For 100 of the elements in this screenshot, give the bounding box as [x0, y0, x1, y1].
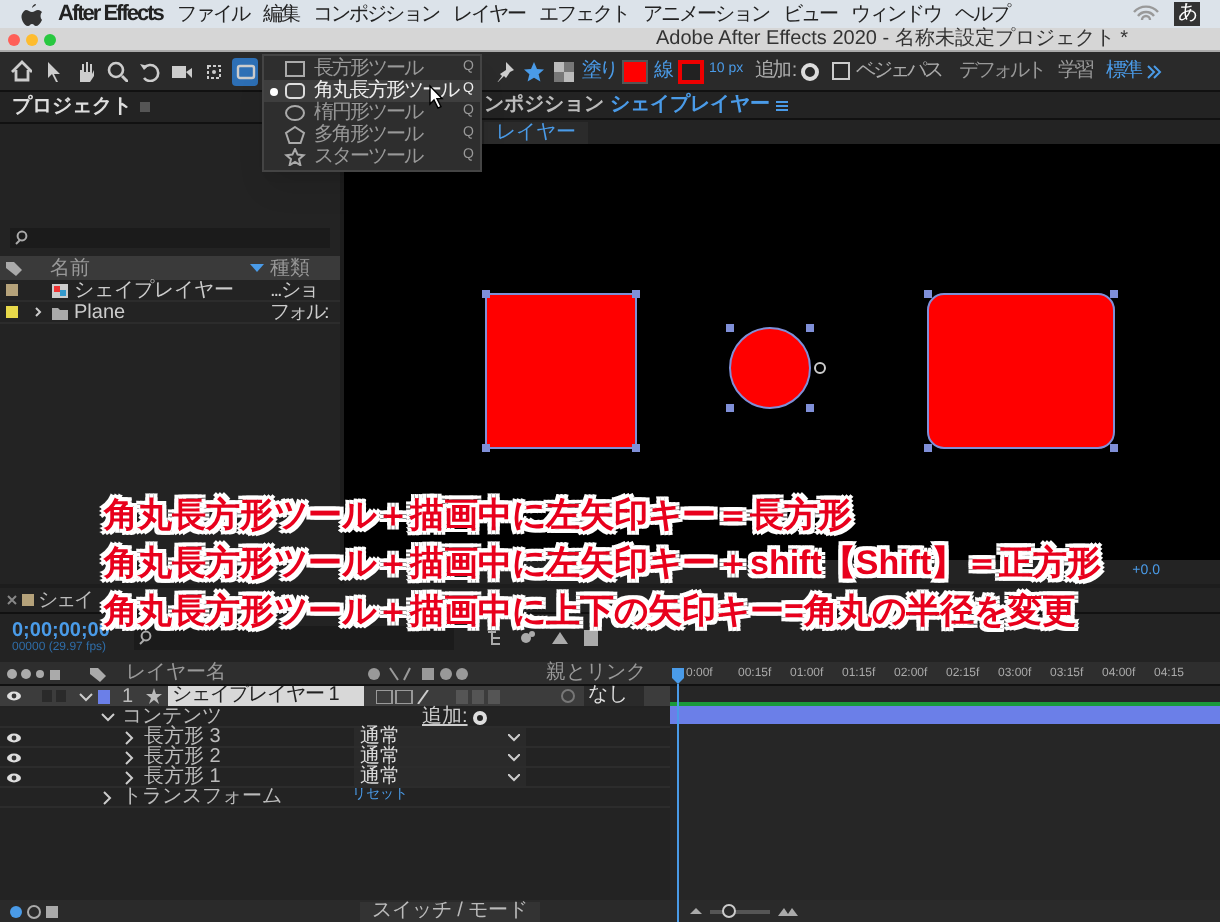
caption-text: 角丸長方形ツール＋描画中に上下の矢印キー=角丸の半径を変更: [104, 590, 1078, 630]
rectangle-tool-icon: [234, 60, 256, 82]
panel-toggle-icons[interactable]: [8, 903, 60, 919]
sort-icon[interactable]: [250, 264, 264, 272]
close-icon[interactable]: [6, 594, 18, 606]
app-menu[interactable]: After Effects: [58, 0, 163, 28]
eye-icon[interactable]: [6, 751, 22, 763]
blend-mode-dropdown[interactable]: 通常: [354, 728, 526, 746]
playhead[interactable]: [670, 668, 686, 922]
item-type: フォル:: [270, 299, 330, 327]
eye-icon[interactable]: [6, 731, 22, 743]
chevron-icon[interactable]: [34, 306, 42, 318]
arrow-icon: [42, 60, 64, 82]
column-header[interactable]: 種類: [270, 253, 334, 283]
property-name: コンテンツ: [122, 704, 224, 728]
property-name: トランスフォーム: [122, 785, 284, 812]
label-swatch[interactable]: [98, 689, 110, 703]
ellipse-icon: [284, 104, 306, 122]
workspace-tab[interactable]: 学習: [1058, 56, 1093, 86]
search-field[interactable]: [10, 228, 330, 248]
stroke-swatch[interactable]: [677, 59, 703, 83]
label-swatch[interactable]: [6, 306, 18, 318]
home-tool-button[interactable]: [8, 57, 34, 85]
menu-item[interactable]: ウィンドウ: [850, 0, 941, 28]
zoom-icon: [106, 60, 128, 82]
home-icon: [10, 60, 32, 82]
chevrons-icon[interactable]: [1146, 63, 1163, 79]
timeline-tab[interactable]: シェイ: [38, 588, 92, 615]
shy-icon[interactable]: [550, 628, 570, 648]
fill-swatch[interactable]: [622, 59, 648, 83]
layer-name-field[interactable]: シェイプレイヤー 1: [168, 686, 364, 706]
blend-mode-dropdown[interactable]: 通常: [354, 768, 526, 786]
shape-group-name: 長方形 2: [144, 745, 223, 768]
blend-mode-dropdown[interactable]: 通常: [354, 748, 526, 766]
caption-text: 角丸長方形ツール＋描画中に左矢印キー＝長方形: [104, 494, 854, 538]
input-mode-indicator[interactable]: あ: [1174, 2, 1200, 26]
menu-item[interactable]: レイヤー: [452, 0, 525, 28]
hand-icon: [74, 60, 96, 82]
gear-icon[interactable]: [800, 61, 821, 81]
star-icon: [146, 688, 162, 704]
zoom-out-icon[interactable]: [690, 906, 702, 916]
search-field[interactable]: [134, 626, 454, 650]
workspace-tab[interactable]: デフォルト: [959, 56, 1045, 86]
layer-switches-icon[interactable]: [376, 689, 500, 703]
menu-icon[interactable]: [776, 99, 788, 111]
pin-icon: [492, 60, 514, 82]
composition-tab[interactable]: シェイプレイヤー: [610, 90, 770, 120]
add-label: 追加 :: [755, 57, 795, 86]
frame-blending-icon[interactable]: [582, 628, 602, 648]
add-link[interactable]: 追加:: [422, 702, 468, 732]
menu-item[interactable]: コンポジション: [312, 0, 439, 28]
menu-item[interactable]: アニメーション: [642, 0, 769, 28]
pickwhip-icon[interactable]: [560, 688, 576, 704]
apple-icon[interactable]: [20, 2, 44, 26]
column-header[interactable]: 親とリンク: [546, 658, 646, 688]
workspace-tab[interactable]: 標準: [1106, 56, 1141, 86]
menu-item[interactable]: ビュー: [782, 0, 837, 28]
eye-icon[interactable]: [6, 771, 22, 783]
panel-title[interactable]: ンポジション: [484, 90, 604, 120]
flowchart-icon[interactable]: [486, 628, 506, 648]
circle-shape: [726, 324, 826, 412]
layer-switches-icon[interactable]: [366, 665, 470, 681]
gear-icon[interactable]: [471, 709, 488, 725]
composition-icon: [52, 283, 68, 297]
rectangle-icon: [284, 60, 306, 78]
label-tag-icon[interactable]: [90, 665, 106, 681]
draft-icon[interactable]: [518, 628, 538, 648]
panel-title[interactable]: プロジェクト: [12, 92, 132, 122]
eye-icon[interactable]: [6, 690, 22, 702]
menu-item[interactable]: ヘルプ: [954, 0, 1009, 28]
zoom-slider-thumb[interactable]: [722, 903, 736, 917]
shape-group-name: 長方形 1: [144, 765, 223, 788]
zoom-tool-button[interactable]: [104, 57, 130, 85]
label-swatch[interactable]: [6, 284, 18, 296]
star-icon: [284, 148, 306, 166]
parent-dropdown[interactable]: なし: [584, 686, 644, 706]
window-title: Adobe After Effects 2020 - 名称未設定プロジェクト *: [656, 28, 1129, 50]
switch-icons[interactable]: [6, 665, 62, 681]
rotate-icon: [138, 60, 160, 82]
bezier-checkbox[interactable]: [832, 62, 851, 80]
star-icon[interactable]: [522, 59, 546, 83]
zoom-in-icon[interactable]: [778, 905, 798, 917]
layer-tab[interactable]: レイヤー: [484, 121, 588, 143]
label-tag-icon[interactable]: [6, 260, 22, 276]
rectangle-tool-tool-button[interactable]: [232, 57, 258, 85]
rounded-rectangle-icon: [284, 82, 306, 100]
camera-icon: [170, 60, 192, 82]
folder-icon: [52, 305, 68, 319]
menu-item[interactable]: ファイル: [176, 0, 249, 28]
column-header[interactable]: レイヤー名: [126, 658, 366, 688]
search-icon: [138, 630, 154, 646]
menu-item[interactable]: エフェクト: [538, 0, 629, 28]
chevron-icon[interactable]: [78, 689, 94, 703]
menu-item[interactable]: 編集: [262, 0, 299, 28]
layer-number: 1: [122, 683, 136, 710]
bezier-label: ベジェパス: [856, 58, 942, 86]
polygon-icon: [284, 126, 306, 144]
switches-modes-toggle[interactable]: スイッチ / モード: [360, 901, 540, 921]
search-icon: [14, 230, 30, 246]
checkerboard-icon[interactable]: [552, 59, 576, 83]
